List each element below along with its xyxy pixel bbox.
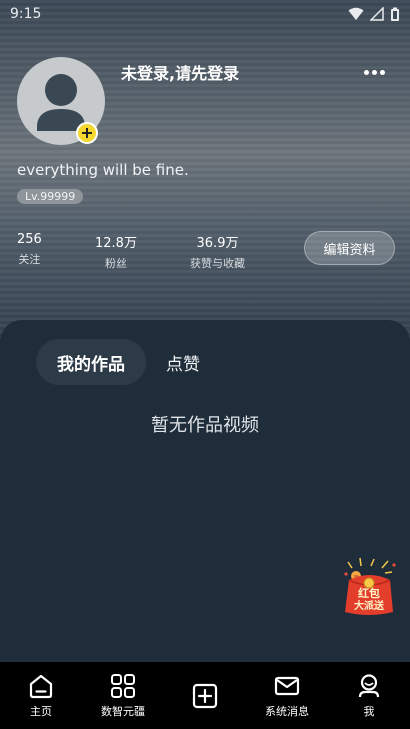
stat-value: 12.8万 — [95, 236, 137, 251]
tab-likes[interactable]: 点赞 — [150, 339, 216, 385]
bottom-navigation: 主页 数智元疆 系统消息 我 — [0, 662, 410, 729]
nav-me[interactable]: 我 — [328, 662, 410, 729]
more-dot-icon — [371, 69, 377, 75]
stat-label: 获赞与收藏 — [190, 257, 245, 270]
more-dot-icon — [379, 69, 385, 75]
status-time: 9:15 — [10, 6, 42, 22]
plus-square-icon — [192, 683, 218, 708]
avatar[interactable] — [17, 57, 105, 145]
stat-followers[interactable]: 12.8万 粉丝 — [95, 232, 137, 271]
cell-signal-icon — [370, 7, 384, 21]
plus-icon — [82, 128, 92, 138]
red-packet-text-line2: 大派送 — [354, 599, 385, 612]
stat-value: 256 — [17, 232, 42, 247]
home-icon — [29, 674, 53, 698]
nav-label: 我 — [363, 704, 375, 718]
nav-label: 数智元疆 — [101, 704, 145, 718]
edit-profile-button[interactable]: 编辑资料 — [304, 231, 395, 265]
more-dot-icon — [363, 69, 369, 75]
battery-icon — [391, 7, 399, 21]
add-avatar-button[interactable] — [76, 122, 98, 144]
stat-value: 36.9万 — [196, 236, 239, 251]
stat-likes-favorites[interactable]: 36.9万 获赞与收藏 — [190, 232, 245, 271]
nav-label: 主页 — [30, 704, 52, 718]
red-packet-promo-button[interactable]: 红包 大派送 — [340, 556, 398, 618]
status-icons — [348, 7, 400, 22]
red-packet-text-line1: 红包 — [358, 586, 380, 600]
profile-icon — [358, 673, 380, 697]
empty-state-text: 暂无作品视频 — [151, 415, 259, 436]
nav-label: 系统消息 — [265, 704, 309, 718]
nav-home[interactable]: 主页 — [0, 662, 82, 729]
nav-system-messages[interactable]: 系统消息 — [246, 662, 328, 729]
stat-label: 粉丝 — [104, 257, 127, 270]
more-options-button[interactable] — [360, 64, 388, 80]
grid-icon — [111, 673, 135, 698]
stat-label: 关注 — [18, 253, 41, 266]
mail-icon — [274, 676, 300, 695]
wifi-icon — [348, 7, 364, 20]
nav-shuzhi-yuanjiang[interactable]: 数智元疆 — [82, 662, 164, 729]
red-packet-icon: 红包 大派送 — [344, 557, 396, 615]
stat-following[interactable]: 256 关注 — [17, 232, 42, 267]
tab-my-works[interactable]: 我的作品 — [36, 339, 146, 385]
level-badge: Lv.99999 — [17, 189, 84, 204]
nav-create[interactable] — [164, 662, 246, 729]
status-bar: 9:15 — [0, 0, 410, 28]
profile-signature: everything will be fine. — [17, 161, 189, 179]
username-login-prompt[interactable]: 未登录,请先登录 — [121, 60, 239, 84]
